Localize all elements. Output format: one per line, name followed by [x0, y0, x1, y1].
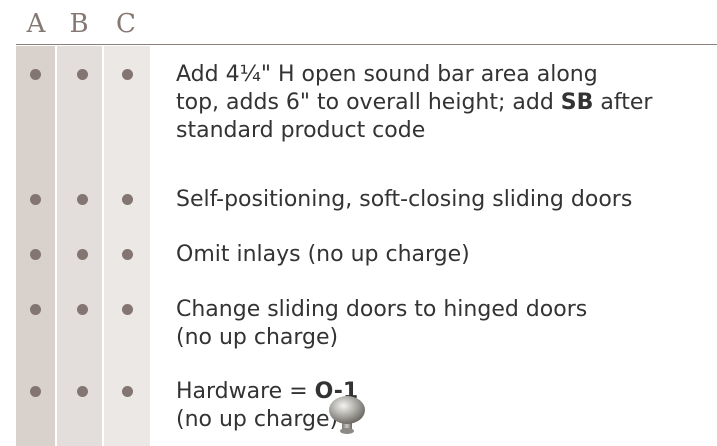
option-description: Change sliding doors to hinged doors (no… [176, 297, 588, 350]
header-rule [16, 44, 717, 45]
option-description: Add 4¼" H open sound bar area along top,… [176, 62, 653, 143]
bullet-dot-c [122, 69, 133, 80]
bullet-dot-a [30, 249, 41, 260]
bullet-dot-a [30, 386, 41, 397]
bullet-dot-a [30, 304, 41, 315]
bullet-dot-c [122, 249, 133, 260]
bullet-dot-b [77, 386, 88, 397]
bullet-dot-b [77, 194, 88, 205]
bullet-dot-c [122, 386, 133, 397]
bullet-dot-b [77, 69, 88, 80]
bullet-dot-a [30, 194, 41, 205]
options-table: A B C Add 4¼" H open sound bar area alon… [0, 0, 717, 446]
option-description: Self-positioning, soft-closing sliding d… [176, 187, 633, 212]
option-description: Hardware = O-1 (no up charge) [176, 379, 359, 432]
column-header-c: C [116, 9, 136, 39]
bullet-dot-c [122, 194, 133, 205]
round-knob-icon [329, 396, 365, 434]
bullet-dot-b [77, 249, 88, 260]
bullet-dot-b [77, 304, 88, 315]
bullet-dot-a [30, 69, 41, 80]
option-description: Omit inlays (no up charge) [176, 242, 470, 267]
table-header: A B C [16, 0, 717, 46]
bullet-dot-c [122, 304, 133, 315]
column-header-b: B [69, 9, 89, 39]
column-header-a: A [26, 9, 46, 39]
